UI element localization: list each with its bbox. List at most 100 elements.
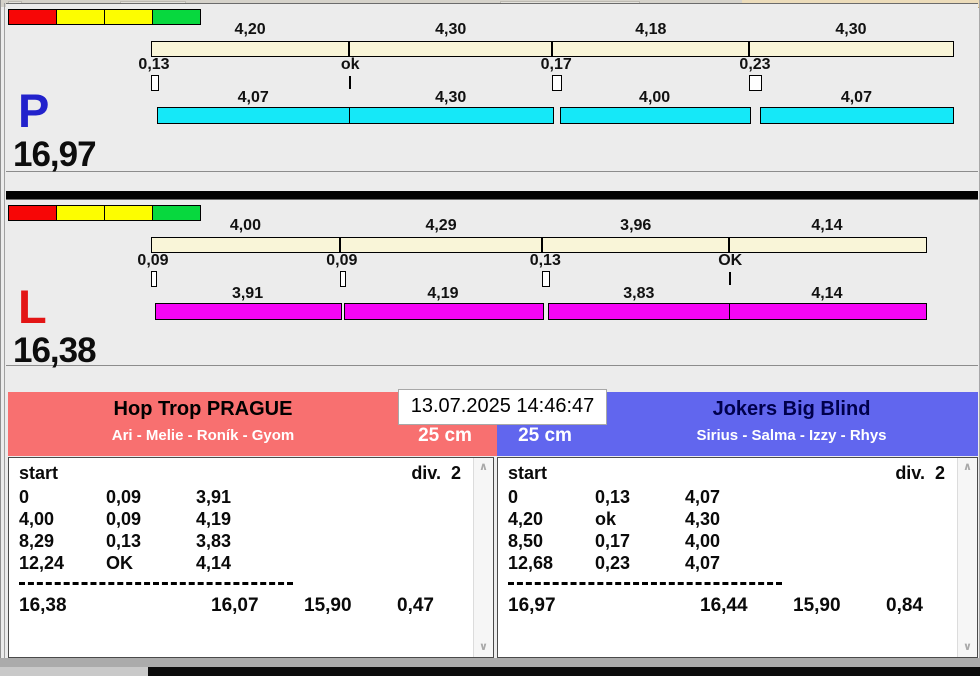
result-table-right: start div. 2 0 0,13 4,07 4,20 ok 4,30 8,50 0,17 4,… [497, 457, 978, 658]
lane-panel-p: P 16,97 4,20 4,30 4,18 4,30 0,13 ok 0,17 0,23 4,… [6, 3, 978, 172]
vertical-scrollbar[interactable]: ∧ ∨ [957, 458, 977, 657]
table-total-cell: 16,44 [700, 595, 748, 616]
dog-time-label: 3,91 [231, 285, 264, 302]
table-start-label: start [19, 463, 59, 483]
table-cell: 0,09 [106, 509, 142, 529]
lane-panel-l: L 16,38 4,00 4,29 3,96 4,14 0,09 0,09 0,13 OK 3,… [6, 199, 978, 368]
split-bar [151, 237, 927, 253]
dog-time-label: 4,30 [435, 89, 467, 106]
lane-total-time-p: 16,97 [13, 135, 97, 174]
table-total-cell: 0,47 [397, 595, 434, 616]
table-cell: 12,24 [19, 553, 65, 573]
table-cell: 4,20 [508, 509, 544, 529]
traffic-light-3 [152, 206, 200, 220]
split-time-label: 4,20 [234, 21, 266, 38]
changeover-label: ok [340, 56, 360, 73]
table-cell: 4,00 [19, 509, 55, 529]
changeover-loss-marker [151, 271, 157, 287]
traffic-light-0 [9, 10, 56, 24]
dog-run-segment [560, 107, 752, 124]
jump-height-left: 25 cm [418, 425, 472, 446]
split-time-label: 4,18 [635, 21, 667, 38]
scroll-up-arrow-icon[interactable]: ∧ [958, 462, 977, 473]
team-members-right: Sirius - Salma - Izzy - Rhys [696, 427, 887, 444]
lane-letter-l: L [18, 280, 47, 333]
table-total-cell: 15,90 [304, 595, 352, 616]
dog-time-label: 4,00 [639, 89, 671, 106]
split-bar-tick [551, 41, 554, 57]
traffic-light-0 [9, 206, 56, 220]
table-total-cell: 16,07 [211, 595, 259, 616]
table-cell: 4,00 [685, 531, 721, 551]
table-cell: 0 [508, 487, 519, 507]
table-cell: 4,30 [685, 509, 721, 529]
changeover-label: 0,17 [540, 56, 572, 73]
traffic-light-bar [8, 205, 201, 221]
jump-height-right: 25 cm [518, 425, 572, 446]
changeover-label: 0,13 [529, 252, 561, 269]
window-left-inner-border [4, 3, 5, 658]
table-cell: 0,09 [106, 487, 142, 507]
bottom-scrollbar[interactable] [0, 658, 980, 676]
table-cell: 0,13 [106, 531, 142, 551]
dog-time-label: 4,14 [811, 285, 843, 302]
table-division-label: div. 2 [895, 463, 945, 483]
lane-divider [6, 191, 978, 199]
table-cell: 0,17 [595, 531, 631, 551]
table-cell: 0,23 [595, 553, 631, 573]
table-cell: 4,14 [196, 553, 232, 573]
vertical-scrollbar[interactable]: ∧ ∨ [473, 458, 493, 657]
split-bar-tick [541, 237, 544, 253]
changeover-label: 0,09 [137, 252, 169, 269]
table-cell: 4,07 [685, 553, 721, 573]
totals-separator [19, 582, 293, 585]
changeover-loss-marker [339, 271, 346, 287]
horizontal-scrollbar-thumb[interactable] [0, 667, 148, 676]
split-time-label: 4,30 [835, 21, 867, 38]
table-total-cell: 15,90 [793, 595, 841, 616]
table-cell: 8,50 [508, 531, 544, 551]
table-cell: ok [595, 509, 617, 529]
traffic-light-3 [152, 10, 200, 24]
result-table-left: start div. 2 0 0,09 3,91 4,00 0,09 4,19 8,29 0,13… [8, 457, 494, 658]
dog-run-segment [157, 107, 352, 124]
totals-separator [508, 582, 782, 585]
team-members-left: Ari - Melie - Roník - Gyom [111, 427, 295, 444]
traffic-light-1 [56, 206, 104, 220]
split-time-label: 4,00 [229, 217, 261, 234]
dog-run-segment [729, 303, 927, 320]
table-cell: 8,29 [19, 531, 55, 551]
split-bar-tick [348, 41, 351, 57]
dog-time-label: 3,83 [623, 285, 655, 302]
changeover-label: OK [718, 252, 743, 269]
changeover-loss-marker [749, 75, 763, 91]
scroll-down-arrow-icon[interactable]: ∨ [958, 642, 977, 653]
changeover-label: 0,13 [138, 56, 170, 73]
table-cell: 3,83 [196, 531, 232, 551]
scroll-down-arrow-icon[interactable]: ∨ [474, 642, 493, 653]
table-cell: 0,13 [595, 487, 631, 507]
table-total-cell: 16,97 [508, 595, 556, 616]
team-header-left-center: Hop Trop PRAGUE Ari - Melie - Roník - Gy… [8, 392, 398, 456]
lane-letter-p: P [18, 84, 50, 137]
flyball-timing-app: P 16,97 4,20 4,30 4,18 4,30 0,13 ok 0,17 0,23 4,… [0, 0, 980, 676]
team-name-right: Jokers Big Blind [712, 398, 871, 420]
taskbar-edge [148, 667, 980, 676]
traffic-light-2 [104, 206, 152, 220]
changeover-loss-marker [542, 271, 551, 287]
table-cell: 0 [19, 487, 30, 507]
split-time-label: 3,96 [620, 217, 652, 234]
dog-run-segment [344, 303, 544, 320]
table-cell: 3,91 [196, 487, 232, 507]
traffic-light-bar [8, 9, 201, 25]
table-cell: 4,19 [196, 509, 232, 529]
table-total-cell: 0,84 [886, 595, 923, 616]
dog-time-label: 4,07 [237, 89, 269, 106]
dog-time-label: 4,07 [840, 89, 872, 106]
team-header-right-center: Jokers Big Blind Sirius - Salma - Izzy -… [605, 392, 978, 456]
table-cell: 12,68 [508, 553, 554, 573]
split-bar-tick [748, 41, 751, 57]
table-division-label: div. 2 [411, 463, 461, 483]
split-time-label: 4,30 [435, 21, 467, 38]
scroll-up-arrow-icon[interactable]: ∧ [474, 462, 493, 473]
